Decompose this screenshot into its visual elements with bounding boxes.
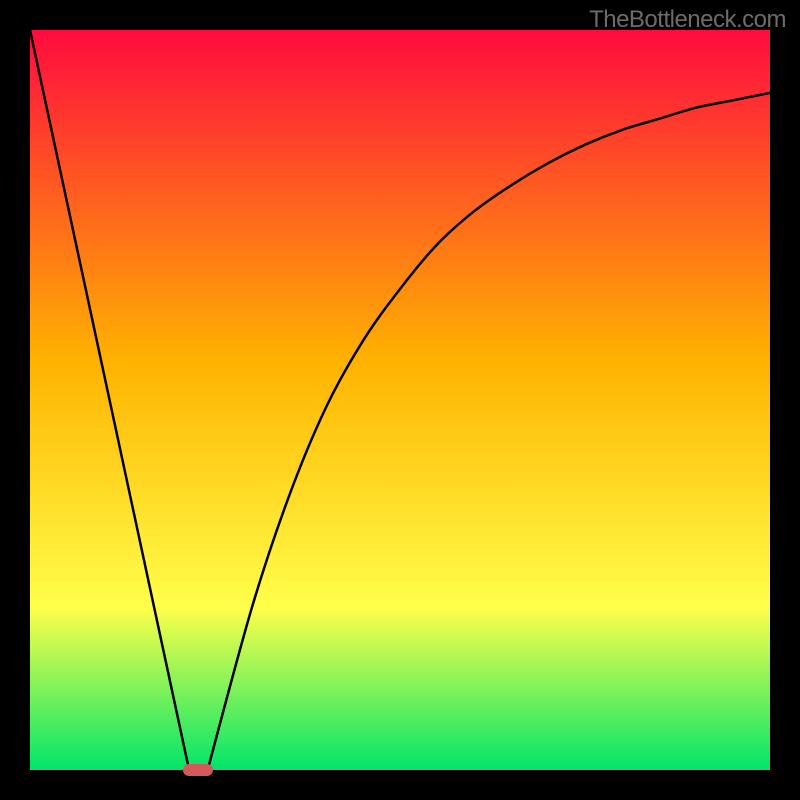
plot-background: [30, 30, 770, 770]
chart-svg: [0, 0, 800, 800]
attribution-text: TheBottleneck.com: [589, 6, 786, 34]
chart-frame: TheBottleneck.com: [0, 0, 800, 800]
valley-marker: [183, 764, 213, 776]
